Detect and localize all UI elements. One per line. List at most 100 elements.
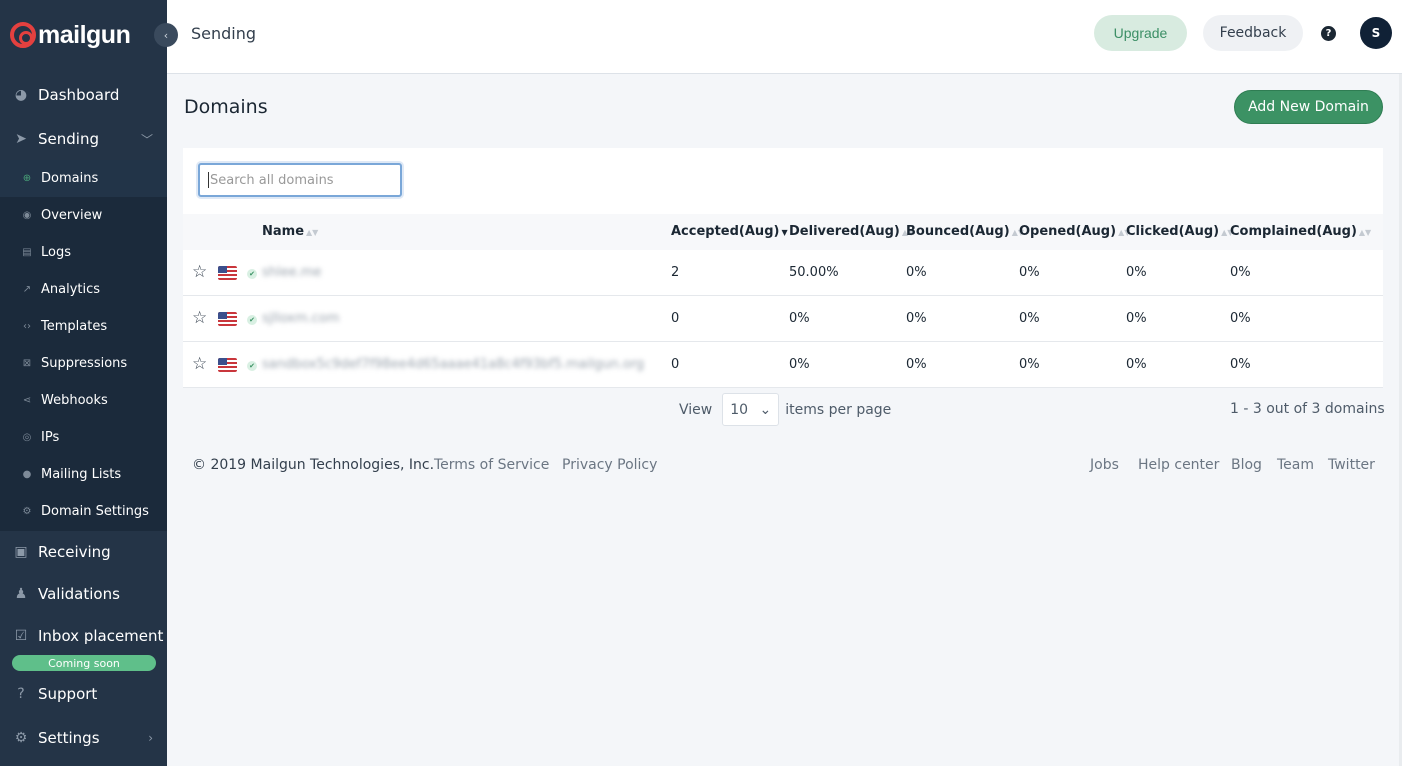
sidebar-item-label: Dashboard <box>38 86 120 104</box>
us-flag-icon <box>218 312 237 326</box>
table-row[interactable]: ☆ ✔ shlee.me 2 50.00% 0% 0% 0% 0% <box>183 250 1383 296</box>
sidebar-item-logs[interactable]: ▤ Logs <box>0 234 167 271</box>
table-row[interactable]: ☆ ✔ sandbox5c9def7f98ee4d65aaae41a8c4f93… <box>183 342 1383 388</box>
column-header-name[interactable]: Name ▲▼ <box>262 224 318 239</box>
sidebar-item-analytics[interactable]: ↗ Analytics <box>0 271 167 308</box>
table-header: Name ▲▼ Accepted(Aug) ▼ Delivered(Aug) ▲▼ B… <box>183 214 1383 250</box>
per-page-select[interactable]: 10 ⌄ <box>722 393 780 426</box>
logo-text: mailgun <box>38 20 131 49</box>
complained-cell: 0% <box>1230 311 1251 326</box>
delivered-cell: 0% <box>789 311 810 326</box>
complained-cell: 0% <box>1230 265 1251 280</box>
sidebar-item-ips[interactable]: ◎ IPs <box>0 419 167 456</box>
chevron-down-icon: ⌄ <box>759 401 772 418</box>
sidebar-item-receiving[interactable]: ▣ Receiving <box>0 531 167 573</box>
checkbox-icon: ☑ <box>14 628 28 644</box>
star-icon[interactable]: ☆ <box>192 264 207 281</box>
column-label: Bounced(Aug) <box>906 224 1010 239</box>
column-label: Accepted(Aug) <box>671 224 780 239</box>
verified-check-icon: ✔ <box>247 315 257 325</box>
pagination-control: View 10 ⌄ items per page <box>679 393 891 426</box>
verified-check-icon: ✔ <box>247 269 257 279</box>
sidebar-item-overview[interactable]: ◉ Overview <box>0 197 167 234</box>
twitter-link[interactable]: Twitter <box>1328 457 1375 473</box>
clicked-cell: 0% <box>1126 265 1147 280</box>
table-row[interactable]: ☆ ✔ sjlloxm.com 0 0% 0% 0% 0% 0% <box>183 296 1383 342</box>
column-header-bounced[interactable]: Bounced(Aug) ▲▼ <box>906 224 1024 239</box>
sidebar-item-label: Support <box>38 685 98 703</box>
column-label: Opened(Aug) <box>1019 224 1117 239</box>
sidebar-item-label: Analytics <box>41 282 101 297</box>
team-link[interactable]: Team <box>1277 457 1314 473</box>
sidebar-item-sending[interactable]: ➤ Sending ﹀ <box>0 118 167 160</box>
delivered-cell: 0% <box>789 357 810 372</box>
sidebar-item-label: Logs <box>41 245 71 260</box>
domain-name-link[interactable]: shlee.me <box>262 265 321 280</box>
mailgun-logo[interactable]: mailgun <box>10 18 131 52</box>
accepted-cell: 0 <box>671 311 680 326</box>
column-label: Complained(Aug) <box>1230 224 1357 239</box>
help-icon[interactable]: ? <box>1321 26 1336 41</box>
column-header-complained[interactable]: Complained(Aug) ▲▼ <box>1230 224 1371 239</box>
sidebar-item-inbox-placement[interactable]: ☑ Inbox placement <box>0 615 167 657</box>
star-icon[interactable]: ☆ <box>192 310 207 327</box>
sending-subnav: ⊕ Domains ◉ Overview ▤ Logs ↗ Analytics … <box>0 160 167 531</box>
chevron-right-icon: › <box>148 731 153 745</box>
sidebar-item-webhooks[interactable]: ⋖ Webhooks <box>0 382 167 419</box>
coming-soon-badge: Coming soon <box>12 655 156 671</box>
sort-desc-icon: ▼ <box>781 228 788 237</box>
column-label: Name <box>262 224 305 239</box>
sidebar-item-label: Templates <box>41 319 108 334</box>
sidebar-item-suppressions[interactable]: ⊠ Suppressions <box>0 345 167 382</box>
code-icon: ‹› <box>23 321 31 332</box>
gear-icon: ⚙ <box>22 506 32 517</box>
items-per-page-label: items per page <box>785 401 892 418</box>
sidebar-item-support[interactable]: ? Support <box>0 673 167 715</box>
domain-name-link[interactable]: sandbox5c9def7f98ee4d65aaae41a8c4f93bf5.… <box>262 357 644 372</box>
eye-icon: ◉ <box>22 210 32 221</box>
sidebar: mailgun ◕ Dashboard ➤ Sending ﹀ ⊕ Domain… <box>0 0 167 766</box>
star-icon[interactable]: ☆ <box>192 356 207 373</box>
search-input[interactable]: Search all domains <box>198 163 402 197</box>
feedback-button[interactable]: Feedback <box>1203 15 1303 51</box>
sidebar-item-mailing-lists[interactable]: ● Mailing Lists <box>0 456 167 493</box>
column-header-opened[interactable]: Opened(Aug) ▲▼ <box>1019 224 1130 239</box>
sidebar-item-settings[interactable]: ⚙ Settings › <box>0 717 167 759</box>
avatar[interactable]: S <box>1360 17 1392 49</box>
column-header-delivered[interactable]: Delivered(Aug) ▲▼ <box>789 224 914 239</box>
column-label: Clicked(Aug) <box>1126 224 1220 239</box>
add-new-domain-button[interactable]: Add New Domain <box>1234 90 1383 124</box>
sidebar-item-validations[interactable]: ♟ Validations <box>0 573 167 615</box>
app-root: mailgun ◕ Dashboard ➤ Sending ﹀ ⊕ Domain… <box>0 0 1402 766</box>
sidebar-item-label: Domain Settings <box>41 504 149 519</box>
person-icon: ● <box>22 469 32 480</box>
page-title: Domains <box>184 96 268 118</box>
blog-link[interactable]: Blog <box>1231 457 1262 473</box>
sidebar-item-templates[interactable]: ‹› Templates <box>0 308 167 345</box>
jobs-link[interactable]: Jobs <box>1090 457 1119 473</box>
sidebar-item-label: Suppressions <box>41 356 128 371</box>
upgrade-button[interactable]: Upgrade <box>1094 15 1187 51</box>
per-page-value: 10 <box>730 401 749 418</box>
paper-plane-icon: ➤ <box>15 131 27 147</box>
chevron-left-icon: ‹ <box>163 28 169 42</box>
ip-icon: ◎ <box>22 432 32 443</box>
sidebar-item-domain-settings[interactable]: ⚙ Domain Settings <box>0 493 167 530</box>
domain-name-link[interactable]: sjlloxm.com <box>262 311 339 326</box>
sidebar-item-label: Sending <box>38 130 99 148</box>
sidebar-item-domains[interactable]: ⊕ Domains <box>0 160 167 197</box>
privacy-policy-link[interactable]: Privacy Policy <box>562 457 657 473</box>
column-header-accepted[interactable]: Accepted(Aug) ▼ <box>671 224 788 239</box>
text-cursor <box>208 172 209 188</box>
opened-cell: 0% <box>1019 311 1040 326</box>
complained-cell: 0% <box>1230 357 1251 372</box>
help-center-link[interactable]: Help center <box>1138 457 1219 473</box>
column-header-clicked[interactable]: Clicked(Aug) ▲▼ <box>1126 224 1233 239</box>
bounced-cell: 0% <box>906 265 927 280</box>
analytics-icon: ↗ <box>22 284 32 295</box>
sidebar-item-label: Validations <box>38 585 120 603</box>
gear-icon: ⚙ <box>14 730 28 746</box>
collapse-sidebar-button[interactable]: ‹ <box>154 23 178 47</box>
sidebar-item-dashboard[interactable]: ◕ Dashboard <box>0 74 167 116</box>
terms-of-service-link[interactable]: Terms of Service <box>434 457 549 473</box>
